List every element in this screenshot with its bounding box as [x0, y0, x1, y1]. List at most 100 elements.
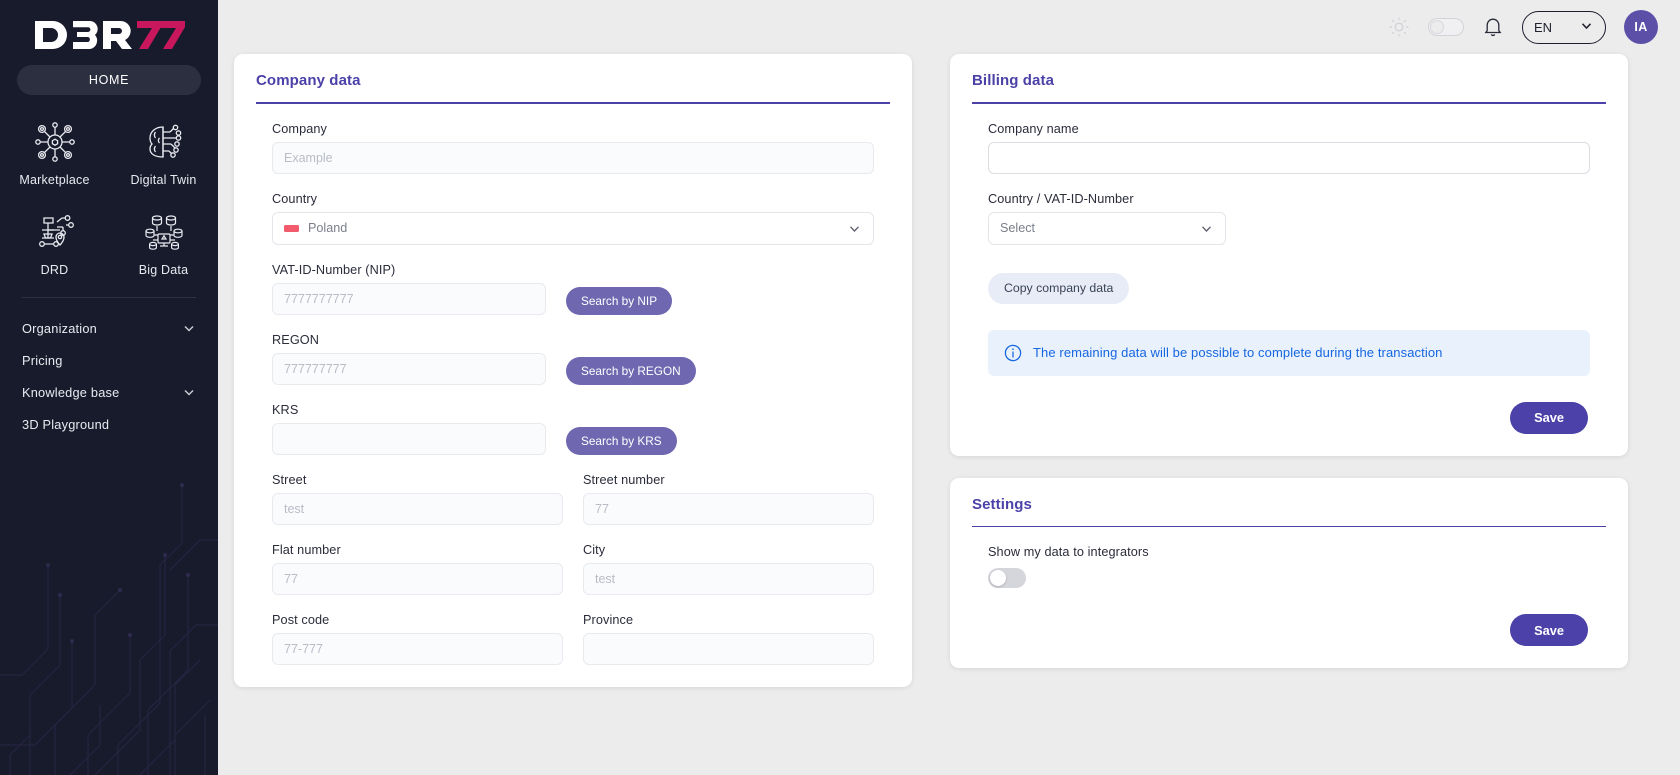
company-field: Company [272, 122, 874, 174]
sidebar-tiles: Marketplace Digital Twin DRD Big Data [0, 117, 218, 277]
billing-info-banner: The remaining data will be possible to c… [988, 329, 1590, 376]
city-field: City [583, 543, 874, 595]
krs-row: Search by KRS [272, 422, 874, 455]
dbr77-logo[interactable] [29, 14, 189, 56]
billing-country-vat-label: Country / VAT-ID-Number [988, 191, 1134, 206]
billing-country-vat-field: Country / VAT-ID-Number Select [988, 192, 1590, 245]
search-by-krs-button[interactable]: Search by KRS [566, 426, 677, 455]
sidebar-nav-label: Pricing [22, 352, 63, 368]
settings-save-button[interactable]: Save [1510, 614, 1588, 647]
pl-flag-icon [284, 224, 299, 232]
street-number-input[interactable] [583, 492, 874, 525]
billing-data-title: Billing data [972, 72, 1055, 89]
billing-company-name-field: Company name [988, 122, 1590, 174]
province-input[interactable] [583, 632, 874, 665]
krs-label: KRS [272, 402, 299, 417]
search-by-nip-button[interactable]: Search by NIP [566, 286, 673, 315]
company-input[interactable] [272, 141, 874, 174]
post-code-input[interactable] [272, 632, 563, 665]
company-data-title: Company data [256, 72, 361, 89]
search-by-regon-button[interactable]: Search by REGON [566, 356, 696, 385]
settings-save-row: Save [988, 614, 1590, 647]
country-label: Country [272, 191, 318, 206]
street-field: Street [272, 473, 563, 525]
country-field: Country Poland [272, 192, 874, 245]
billing-save-row: Save [988, 401, 1590, 434]
title-underline [256, 102, 890, 104]
billing-country-vat-select[interactable]: Select [988, 211, 1226, 245]
nip-input[interactable] [272, 282, 546, 315]
sidebar-item-knowledge-base[interactable]: Knowledge base [22, 376, 196, 408]
sidebar-nav-label: 3D Playground [22, 416, 110, 432]
sidebar-divider [22, 297, 196, 298]
show-data-toggle-label: Show my data to integrators [988, 545, 1149, 560]
sidebar-tile-label: Big Data [138, 263, 189, 277]
billing-info-text: The remaining data will be possible to c… [1033, 345, 1443, 361]
sidebar-item-pricing[interactable]: Pricing [22, 344, 196, 376]
avatar[interactable]: IA [1624, 10, 1658, 44]
settings-title: Settings [972, 495, 1032, 513]
copy-company-data-button[interactable]: Copy company data [988, 272, 1130, 304]
bell-icon[interactable] [1482, 15, 1504, 39]
show-data-toggle[interactable] [988, 568, 1026, 589]
main-area: EN IA Company data Company Example Count… [218, 0, 1680, 775]
theme-toggle-knob [1430, 20, 1444, 34]
country-select[interactable]: Poland [272, 211, 874, 245]
province-field: Province [583, 613, 874, 665]
street-input[interactable] [272, 492, 563, 525]
flat-number-field: Flat number [272, 543, 563, 595]
settings-card: Settings Show my data to integrators Sav… [950, 477, 1628, 669]
logo-icon [35, 21, 185, 49]
sidebar-nav-label: Organization [22, 320, 97, 336]
nip-row: Search by NIP [272, 282, 874, 315]
krs-field: KRS Search by KRS [272, 403, 874, 455]
regon-row: Search by REGON [272, 352, 874, 385]
chevron-down-icon [847, 221, 862, 236]
sidebar-tile-digital-twin[interactable]: Digital Twin [109, 117, 218, 187]
show-data-toggle-field: Show my data to integrators [988, 545, 1590, 589]
billing-company-name-input[interactable] [988, 141, 1590, 174]
sidebar-tile-big-data[interactable]: Big Data [109, 207, 218, 277]
sidebar-tile-drd[interactable]: DRD [0, 207, 109, 277]
street-number-label: Street number [583, 472, 665, 487]
sidebar-tile-marketplace[interactable]: Marketplace [0, 117, 109, 187]
sidebar-item-3d-playground[interactable]: 3D Playground [22, 408, 196, 440]
home-button[interactable]: HOME [17, 65, 201, 95]
settings-body: Show my data to integrators Save [972, 545, 1606, 647]
big-data-icon [139, 207, 189, 257]
street-label: Street [272, 472, 307, 487]
city-input[interactable] [583, 562, 874, 595]
chevron-down-icon [1199, 221, 1214, 236]
info-icon [1004, 344, 1022, 362]
regon-input[interactable] [272, 352, 546, 385]
billing-data-body: Company name Country / VAT-ID-Number Sel… [972, 122, 1606, 434]
billing-save-button[interactable]: Save [1510, 401, 1588, 434]
theme-toggle[interactable] [1428, 18, 1464, 36]
title-underline [972, 102, 1606, 104]
post-code-field: Post code [272, 613, 563, 665]
left-column: Company data Company Country Poland [234, 54, 912, 687]
flat-city-row: Flat number City [272, 543, 874, 595]
company-label: Company [272, 121, 327, 136]
marketplace-icon [30, 117, 80, 167]
sidebar-tile-label: DRD [40, 263, 69, 277]
sun-icon [1388, 16, 1410, 38]
language-selector[interactable]: EN [1522, 10, 1606, 44]
flat-number-input[interactable] [272, 562, 563, 595]
sidebar-item-organization[interactable]: Organization [22, 312, 196, 344]
chevron-down-icon [182, 385, 196, 399]
toggle-knob [990, 570, 1006, 587]
billing-company-name-label: Company name [988, 121, 1079, 136]
drd-icon [30, 207, 80, 257]
company-data-card: Company data Company Country Poland [234, 54, 912, 687]
sidebar-nav: Organization Pricing Knowledge base 3D P… [0, 312, 218, 440]
sidebar: HOME Marketplace Digital Twin DRD Big Da… [0, 0, 218, 775]
krs-input[interactable] [272, 422, 546, 455]
digital-twin-icon [139, 117, 189, 167]
chevron-down-icon [182, 321, 196, 335]
content-columns: Company data Company Country Poland [218, 54, 1680, 687]
regon-field: REGON Search by REGON [272, 333, 874, 385]
province-label: Province [583, 612, 634, 627]
billing-country-vat-value: Select [1000, 221, 1036, 236]
post-code-label: Post code [272, 612, 330, 627]
